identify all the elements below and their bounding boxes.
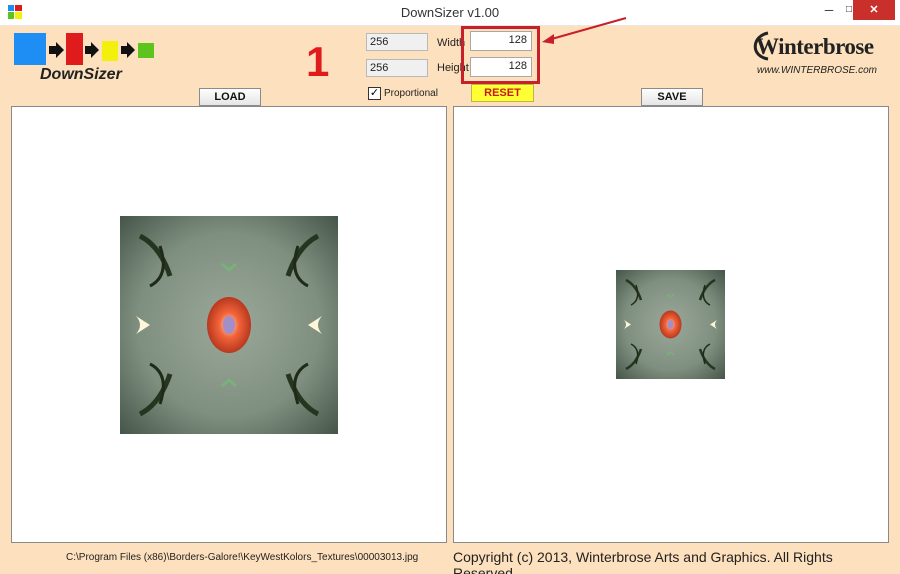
save-button[interactable]: SAVE <box>641 88 703 106</box>
window-title: DownSizer v1.00 <box>400 5 500 20</box>
downsizer-logo-icon <box>14 33 154 65</box>
original-texture-image <box>120 216 338 434</box>
brand-name: Winterbrose <box>756 34 874 59</box>
resized-texture-image <box>616 270 725 379</box>
proportional-label: Proportional <box>384 88 438 99</box>
reset-button[interactable]: RESET <box>471 84 534 102</box>
logo-text: DownSizer <box>40 66 122 83</box>
copyright-text: Copyright (c) 2013, Winterbrose Arts and… <box>453 549 833 574</box>
file-path: C:\Program Files (x86)\Borders-Galore!\K… <box>66 552 419 563</box>
resized-image-panel <box>453 106 889 543</box>
original-image-panel <box>11 106 447 543</box>
proportional-checkbox[interactable]: ✓ <box>368 87 381 100</box>
original-width-field: 256 <box>366 33 428 51</box>
downsizer-window: DownSizer v1.00 ─ □ ✕ DownSizer 1 256 25… <box>0 0 900 574</box>
highlight-box <box>461 26 540 84</box>
close-button[interactable]: ✕ <box>853 0 895 20</box>
brand-url: www.WINTERBROSE.com <box>757 65 878 76</box>
step-number: 1 <box>306 38 330 85</box>
title-bar[interactable]: DownSizer v1.00 ─ □ ✕ <box>0 0 900 26</box>
red-arrow-annotation <box>542 17 627 44</box>
original-height-field: 256 <box>366 59 428 77</box>
load-button[interactable]: LOAD <box>199 88 261 106</box>
